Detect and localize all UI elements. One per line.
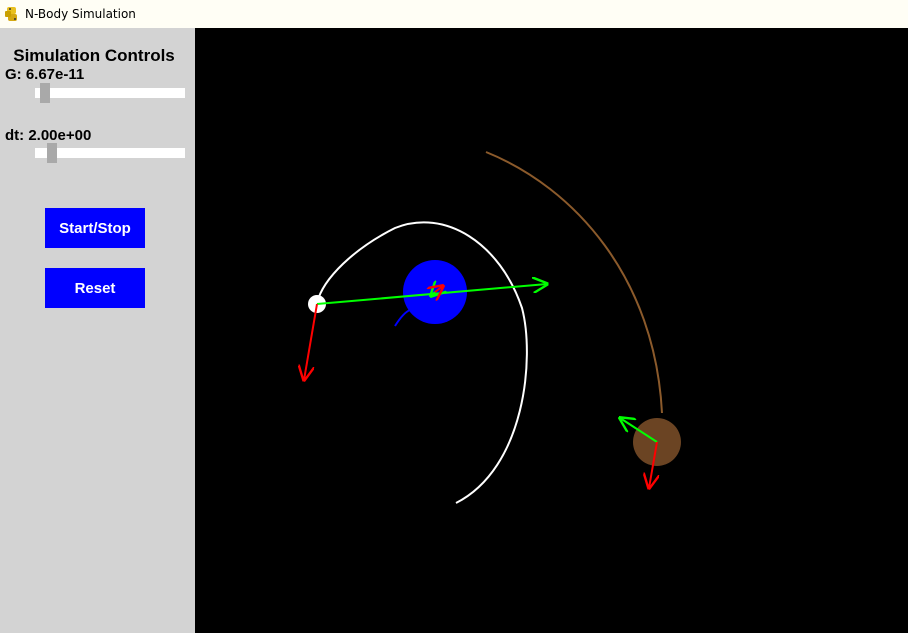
python-logo-icon — [4, 6, 20, 22]
g-slider[interactable] — [35, 83, 185, 103]
white-body-force-vector — [304, 303, 318, 380]
brown-body-trail — [485, 151, 663, 414]
g-slider-handle[interactable] — [40, 83, 50, 103]
window-title: N-Body Simulation — [25, 7, 136, 21]
reset-button[interactable]: Reset — [45, 268, 145, 308]
dt-slider-label: dt: 2.00e+00 — [5, 127, 92, 144]
start-stop-button[interactable]: Start/Stop — [45, 208, 145, 248]
controls-sidebar: Simulation Controls G: 6.67e-11 dt: 2.00… — [0, 28, 195, 633]
sidebar-title: Simulation Controls — [13, 46, 175, 65]
g-slider-label: G: 6.67e-11 — [5, 66, 85, 83]
dt-slider-handle[interactable] — [47, 143, 57, 163]
app-window: N-Body Simulation Simulation Controls G:… — [0, 0, 908, 633]
simulation-canvas[interactable] — [195, 28, 908, 633]
simulation-scene — [195, 151, 681, 504]
blue-body-trail — [394, 309, 411, 327]
title-bar: N-Body Simulation — [0, 0, 908, 28]
dt-slider[interactable] — [35, 143, 185, 163]
